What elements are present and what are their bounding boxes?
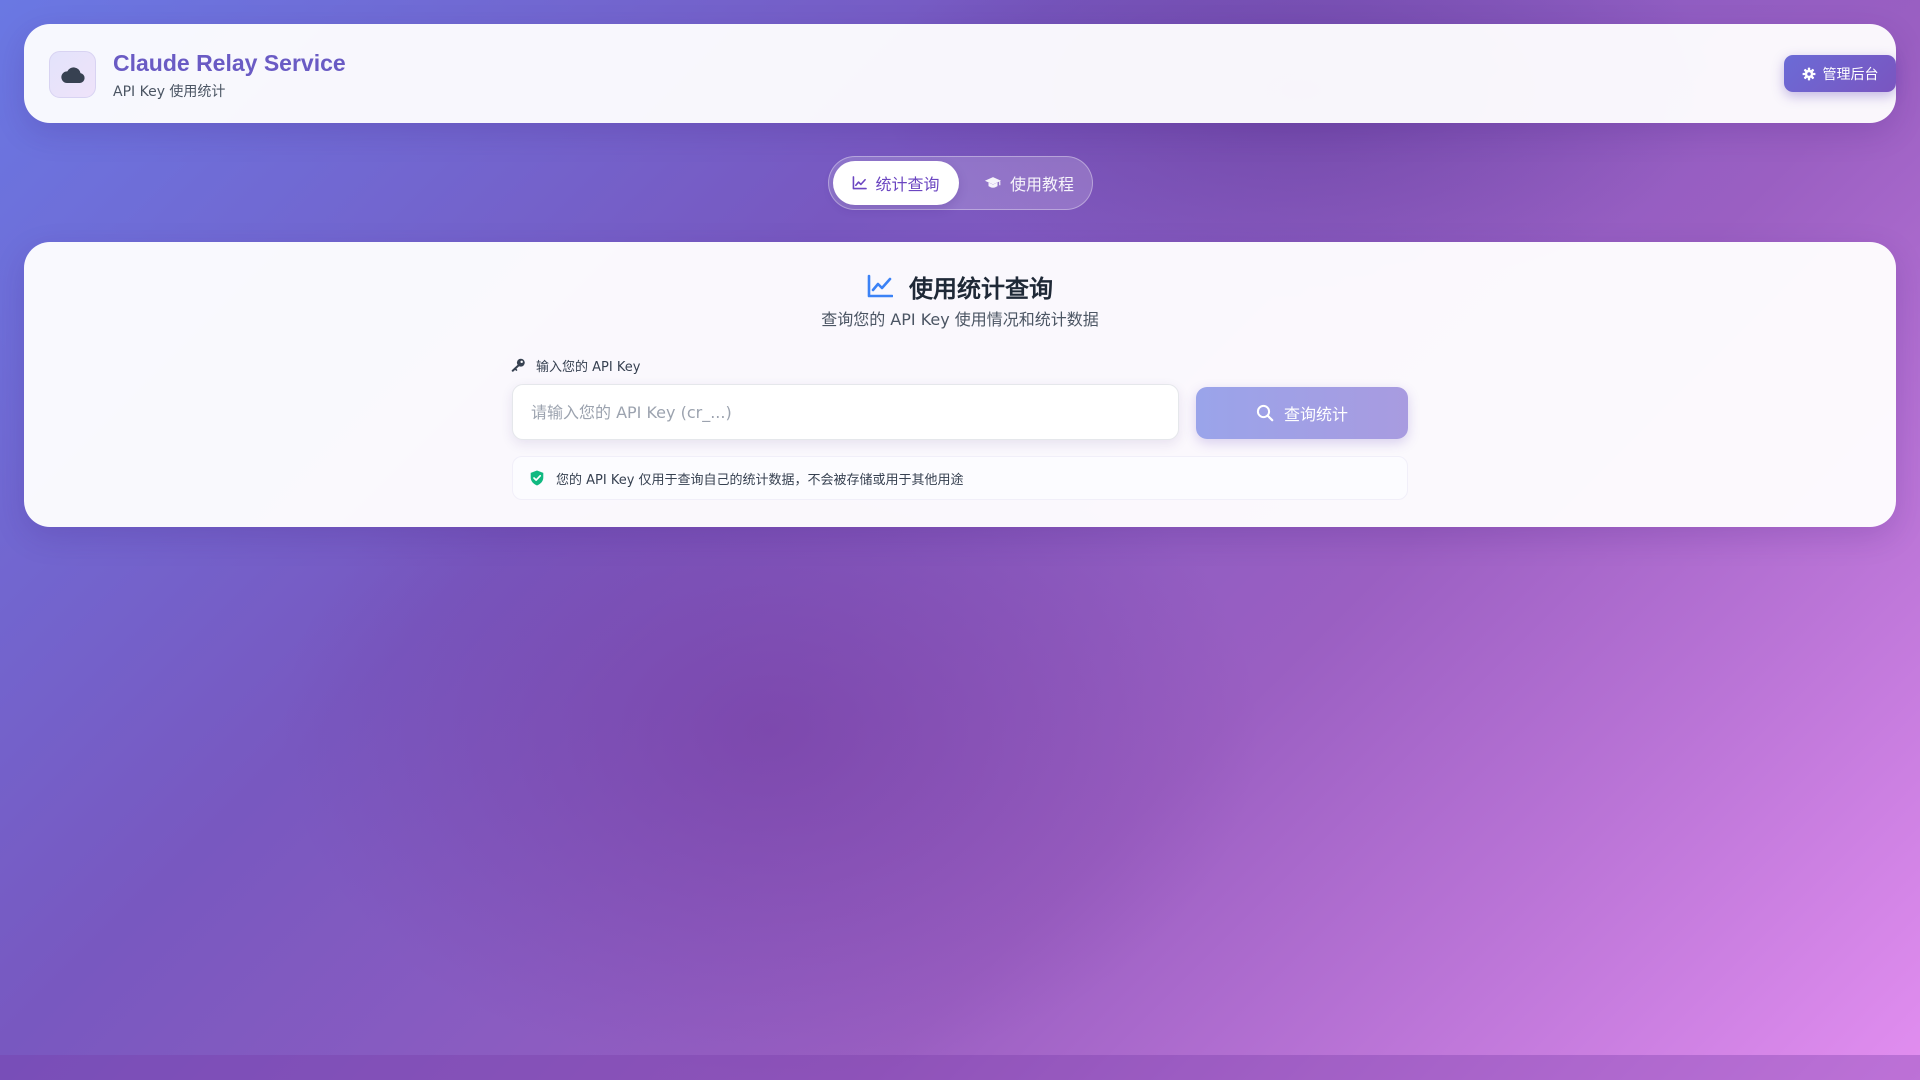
cloud-icon [60,66,85,83]
privacy-notice: 您的 API Key 仅用于查询自己的统计数据，不会被存储或用于其他用途 [512,456,1408,500]
key-icon [511,358,525,372]
api-key-input[interactable] [512,384,1179,440]
stats-query-card: 使用统计查询 查询您的 API Key 使用情况和统计数据 输入您的 API K… [24,242,1896,527]
tab-tutorial[interactable]: 使用教程 [972,161,1086,205]
chart-line-icon [853,176,868,190]
search-icon [1256,404,1274,422]
api-key-field-label: 输入您的 API Key [536,359,641,375]
app-title: Claude Relay Service [113,50,346,76]
chart-line-icon [867,274,893,298]
query-stats-label: 查询统计 [1283,405,1348,424]
card-title: 使用统计查询 [909,274,1053,303]
privacy-notice-text: 您的 API Key 仅用于查询自己的统计数据，不会被存储或用于其他用途 [556,472,964,488]
gear-icon [1802,67,1815,80]
tab-stats-query[interactable]: 统计查询 [833,161,959,205]
tab-switcher: 统计查询 使用教程 [828,156,1093,210]
api-key-field-label-row: 输入您的 API Key [511,355,640,375]
shield-check-icon [530,470,544,486]
app-subtitle: API Key 使用统计 [113,84,226,100]
app-logo [49,51,96,98]
app-header: Claude Relay Service API Key 使用统计 管理后台 [24,24,1896,123]
card-description: 查询您的 API Key 使用情况和统计数据 [821,310,1099,329]
tab-stats-query-label: 统计查询 [875,175,940,194]
card-title-row: 使用统计查询 [24,266,1896,306]
graduation-cap-icon [984,177,1002,188]
admin-panel-button[interactable]: 管理后台 [1784,55,1896,92]
admin-panel-label: 管理后台 [1822,66,1879,83]
bottom-strip [0,1055,1920,1080]
tab-tutorial-label: 使用教程 [1009,175,1074,194]
query-stats-button[interactable]: 查询统计 [1196,387,1408,439]
